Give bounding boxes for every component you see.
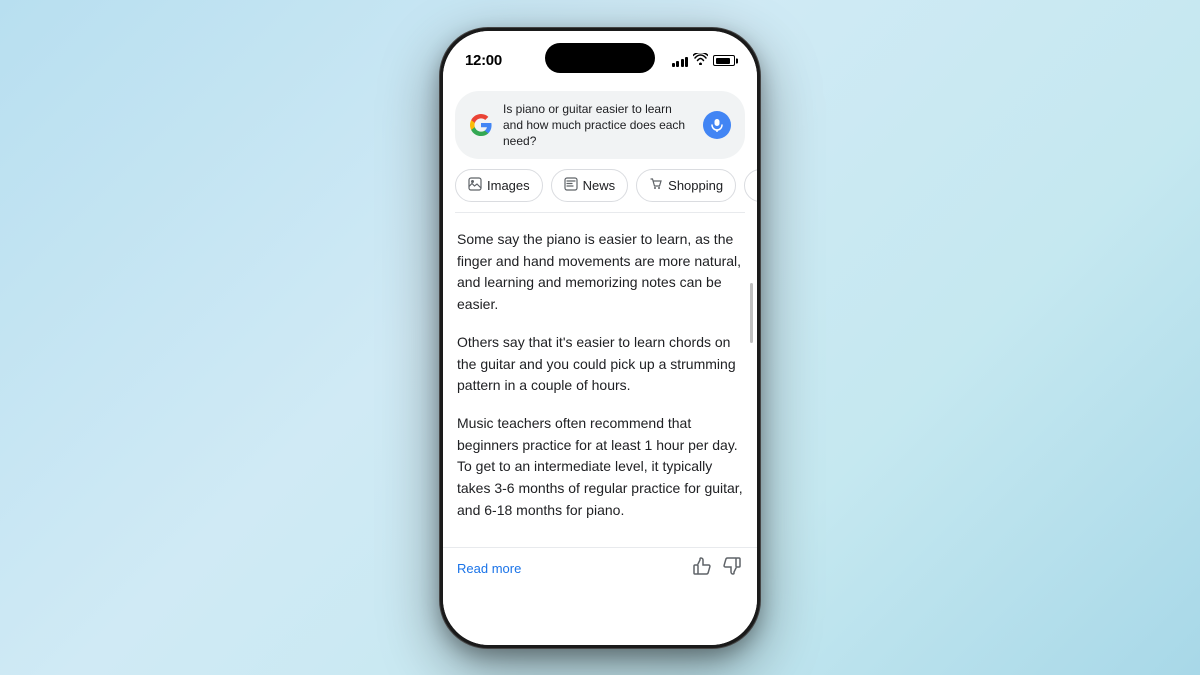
news-tab-icon xyxy=(564,177,578,194)
google-logo xyxy=(469,113,493,137)
filter-tabs: Images News xyxy=(443,169,757,212)
read-more-link[interactable]: Read more xyxy=(457,561,521,576)
status-icons xyxy=(672,53,736,68)
battery-icon xyxy=(713,55,735,66)
mic-icon[interactable] xyxy=(703,111,731,139)
shopping-tab-icon xyxy=(649,177,663,194)
screen-content: Is piano or guitar easier to learn and h… xyxy=(443,83,757,645)
status-time: 12:00 xyxy=(465,52,502,69)
tab-shopping[interactable]: Shopping xyxy=(636,169,736,202)
tab-shopping-label: Shopping xyxy=(668,178,723,193)
wifi-icon xyxy=(693,53,708,68)
phone-frame: 12:00 xyxy=(440,28,760,648)
thumbs-down-icon[interactable] xyxy=(723,556,743,581)
feedback-icons xyxy=(691,556,743,581)
scroll-indicator xyxy=(750,283,753,343)
tab-videos[interactable]: Vid… xyxy=(744,169,757,202)
dynamic-island xyxy=(545,43,655,73)
tab-images[interactable]: Images xyxy=(455,169,543,202)
search-bar[interactable]: Is piano or guitar easier to learn and h… xyxy=(455,91,745,160)
signal-icon xyxy=(672,55,689,67)
tab-news[interactable]: News xyxy=(551,169,629,202)
answer-paragraph-1: Some say the piano is easier to learn, a… xyxy=(457,229,743,316)
answer-paragraph-2: Others say that it's easier to learn cho… xyxy=(457,332,743,397)
answer-paragraph-3: Music teachers often recommend that begi… xyxy=(457,413,743,521)
tab-news-label: News xyxy=(583,178,616,193)
search-query-text: Is piano or guitar easier to learn and h… xyxy=(503,101,693,150)
phone-screen: 12:00 xyxy=(443,31,757,645)
bottom-actions: Read more xyxy=(443,547,757,591)
thumbs-up-icon[interactable] xyxy=(691,556,711,581)
tab-images-label: Images xyxy=(487,178,530,193)
phone-wrapper: 12:00 xyxy=(440,28,760,648)
answer-content: Some say the piano is easier to learn, a… xyxy=(443,213,757,543)
images-tab-icon xyxy=(468,177,482,194)
